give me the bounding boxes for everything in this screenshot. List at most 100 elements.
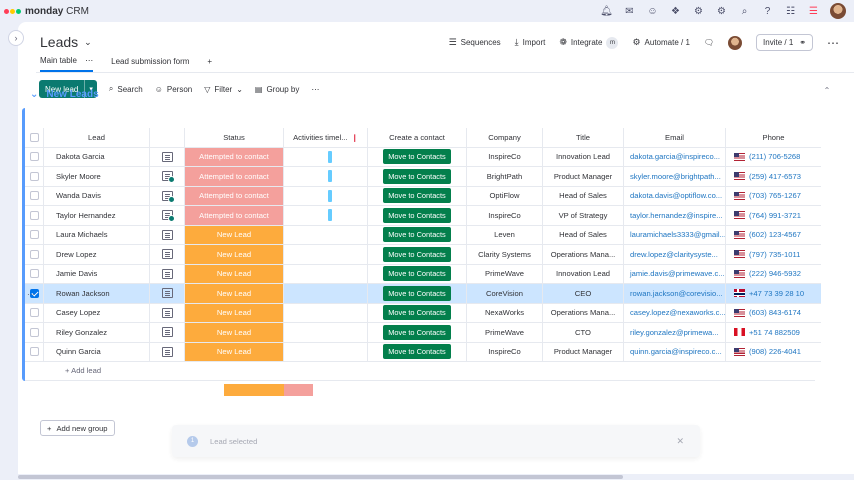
tab-main-table[interactable]: Main table ⋯ — [40, 56, 94, 72]
lead-name[interactable]: Laura Michaels — [44, 225, 150, 244]
email-cell[interactable]: skyler.moore@brightpath... — [624, 167, 726, 186]
integrations-icon[interactable]: ⚙ — [692, 5, 705, 18]
conversation-icon[interactable] — [161, 190, 175, 203]
conversation-icon[interactable] — [161, 210, 175, 223]
table-row[interactable]: Wanda Davis Attempted to contact Move to C… — [25, 186, 821, 206]
inbox-icon[interactable]: ✉ — [623, 5, 636, 18]
phone-cell[interactable]: (222) 946-5932 — [726, 265, 821, 284]
phone-cell[interactable]: (602) 123-4567 — [726, 226, 821, 245]
search-button[interactable]: ⌕ Search — [109, 84, 143, 94]
status-cell[interactable]: New Lead — [185, 303, 284, 322]
more-toolbar-icon[interactable]: ⋯ — [311, 85, 319, 94]
conversation-icon[interactable] — [161, 229, 173, 240]
lead-name[interactable]: Jamie Davis — [44, 264, 150, 283]
invite-members-icon[interactable]: ☺ — [646, 5, 659, 18]
status-cell[interactable]: Attempted to contact — [185, 186, 284, 205]
lead-name[interactable]: Wanda Davis — [44, 186, 150, 205]
move-to-contacts-button[interactable]: Move to Contacts — [383, 227, 451, 243]
move-to-contacts-button[interactable]: Move to Contacts — [383, 285, 451, 301]
company-cell[interactable]: CoreVision — [467, 284, 543, 303]
column-header-create-contact[interactable]: Create a contact — [368, 128, 467, 147]
phone-cell[interactable]: (259) 417-6573 — [726, 167, 821, 186]
group-by-button[interactable]: ▤ Group by — [255, 85, 299, 94]
activities-timeline-cell[interactable] — [284, 206, 368, 225]
status-cell[interactable]: New Lead — [185, 264, 284, 283]
phone-cell[interactable]: +47 73 39 28 10 — [726, 284, 821, 303]
link-icon[interactable]: ⚭ — [799, 38, 806, 47]
phone-cell[interactable]: (603) 843-6174 — [726, 304, 821, 323]
move-to-contacts-button[interactable]: Move to Contacts — [383, 168, 451, 184]
chevron-down-icon[interactable]: ⌄ — [84, 37, 92, 48]
email-cell[interactable]: dakota.davis@optiflow.co... — [624, 186, 726, 205]
lead-name[interactable]: Riley Gonzalez — [44, 323, 150, 342]
status-cell[interactable]: Attempted to contact — [185, 167, 284, 186]
help-icon[interactable]: ? — [761, 5, 774, 18]
board-owner-avatar[interactable] — [728, 35, 743, 50]
title-cell[interactable]: Innovation Lead — [543, 264, 624, 283]
app-logo[interactable]: monday CRM — [4, 6, 89, 17]
row-checkbox[interactable] — [29, 347, 39, 357]
grid-menu-icon[interactable]: ☷ — [784, 5, 797, 18]
status-cell[interactable]: Attempted to contact — [185, 206, 284, 225]
lead-name[interactable]: Skyler Moore — [44, 167, 150, 186]
table-row[interactable]: Rowan Jackson New Lead Move to Contacts Cor… — [25, 284, 821, 304]
title-cell[interactable]: VP of Strategy — [543, 206, 624, 225]
column-header-company[interactable]: Company — [467, 128, 543, 147]
move-to-contacts-button[interactable]: Move to Contacts — [383, 246, 451, 262]
conversation-icon[interactable] — [161, 268, 173, 279]
conversation-icon[interactable] — [161, 288, 173, 299]
column-header-lead[interactable]: Lead — [44, 128, 150, 147]
company-cell[interactable]: Leven — [467, 225, 543, 244]
table-row[interactable]: Quinn Garcia New Lead Move to Contacts Insp… — [25, 342, 821, 362]
chevron-down-icon[interactable]: ⌄ — [30, 89, 38, 100]
row-options-icon[interactable]: ⋯ — [27, 290, 35, 299]
activities-timeline-cell[interactable] — [284, 147, 368, 166]
company-cell[interactable]: Clarity Systems — [467, 245, 543, 264]
close-icon[interactable]: ✕ — [676, 436, 684, 447]
tab-lead-submission-form[interactable]: Lead submission form — [111, 57, 189, 71]
invite-button[interactable]: Invite / 1 ⚭ — [756, 34, 813, 51]
row-checkbox[interactable] — [29, 327, 39, 337]
lead-name[interactable]: Dakota Garcia — [44, 147, 150, 166]
more-options-icon[interactable]: ⋯ — [827, 36, 840, 50]
company-cell[interactable]: PrimeWave — [467, 323, 543, 342]
email-cell[interactable]: dakota.garcia@inspireco... — [624, 147, 726, 166]
conversation-icon[interactable] — [161, 249, 173, 260]
table-row[interactable]: Drew Lopez New Lead Move to Contacts Clarit… — [25, 245, 821, 265]
collapse-header-icon[interactable]: ⌃ — [820, 83, 834, 97]
company-cell[interactable]: PrimeWave — [467, 264, 543, 283]
email-cell[interactable]: casey.lopez@nexaworks.c... — [624, 303, 726, 322]
status-cell[interactable]: New Lead — [185, 342, 284, 361]
company-cell[interactable]: InspireCo — [467, 147, 543, 166]
row-checkbox[interactable] — [29, 230, 39, 240]
row-checkbox[interactable] — [29, 308, 39, 318]
lead-name[interactable]: Quinn Garcia — [44, 342, 150, 361]
group-header[interactable]: ⌄ New Leads — [30, 89, 99, 100]
table-row[interactable]: Taylor Hernandez Attempted to contact Move… — [25, 206, 821, 226]
status-cell[interactable]: New Lead — [185, 225, 284, 244]
row-checkbox[interactable] — [29, 152, 39, 162]
table-row[interactable]: Skyler Moore Attempted to contact Move to … — [25, 167, 821, 187]
activities-timeline-cell[interactable] — [284, 284, 368, 303]
apps-icon[interactable]: ❖ — [669, 5, 682, 18]
row-checkbox[interactable] — [29, 269, 39, 279]
conversation-icon[interactable] — [161, 307, 173, 318]
move-to-contacts-button[interactable]: Move to Contacts — [383, 188, 451, 204]
email-cell[interactable]: taylor.hernandez@inspire... — [624, 206, 726, 225]
phone-cell[interactable]: +51 74 882509 — [726, 323, 821, 342]
lead-name[interactable]: Rowan Jackson — [44, 284, 150, 303]
conversation-icon[interactable] — [161, 346, 173, 357]
phone-cell[interactable]: (797) 735-1011 — [726, 245, 821, 264]
automate-button[interactable]: ⚙ Automate / 1 — [632, 37, 689, 48]
move-to-contacts-button[interactable]: Move to Contacts — [383, 344, 451, 360]
company-cell[interactable]: InspireCo — [467, 206, 543, 225]
company-cell[interactable]: NexaWorks — [467, 303, 543, 322]
row-checkbox[interactable] — [29, 249, 39, 259]
activities-timeline-cell[interactable] — [284, 186, 368, 205]
activities-timeline-cell[interactable] — [284, 167, 368, 186]
lead-name[interactable]: Drew Lopez — [44, 245, 150, 264]
bell-icon[interactable]: 🔔︎ — [600, 5, 613, 18]
import-button[interactable]: ⤓ Import — [515, 37, 546, 48]
table-row[interactable]: Dakota Garcia Attempted to contact Move to… — [25, 147, 821, 167]
activities-timeline-cell[interactable] — [284, 303, 368, 322]
